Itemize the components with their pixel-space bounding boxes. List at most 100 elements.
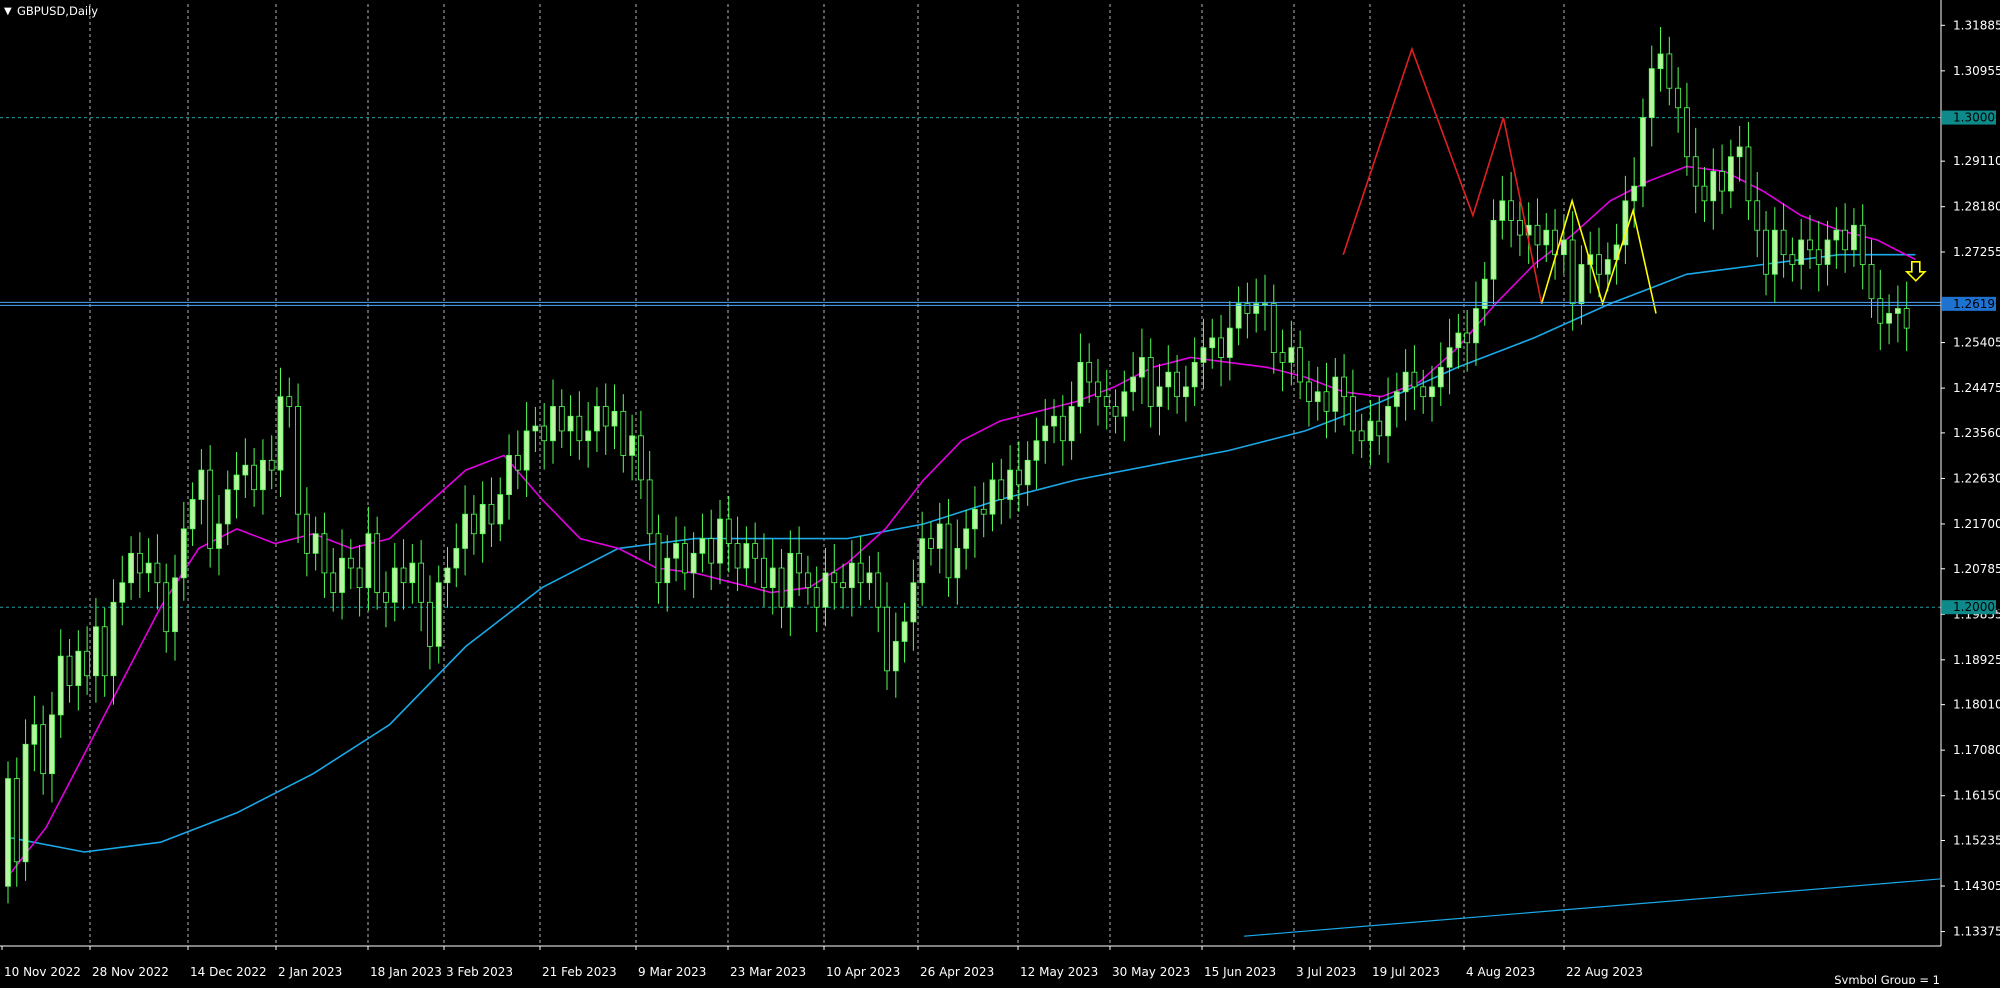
candle-body bbox=[1420, 386, 1427, 398]
candle-body bbox=[1112, 406, 1119, 417]
candle-body bbox=[1692, 156, 1699, 187]
time-tick-label: 18 Jan 2023 bbox=[370, 965, 442, 979]
dropdown-triangle-icon[interactable]: ▼ bbox=[4, 6, 12, 17]
candle-body bbox=[84, 650, 91, 677]
candle-body bbox=[1024, 459, 1031, 486]
candle-body bbox=[594, 406, 600, 432]
price-tick-label: 1.24475 bbox=[1953, 381, 2000, 395]
hline-price-tag-label: 1.26196 bbox=[1953, 297, 2000, 311]
candle-body bbox=[699, 538, 706, 554]
candle-body bbox=[488, 503, 495, 525]
candle-body bbox=[857, 562, 864, 584]
candle-body bbox=[1332, 376, 1339, 412]
candle-body bbox=[1481, 278, 1488, 309]
candle-body bbox=[1323, 391, 1330, 412]
candle-body bbox=[1235, 303, 1242, 329]
candle-body bbox=[57, 655, 64, 716]
candle-body bbox=[761, 557, 767, 589]
price-tick-label: 1.14305 bbox=[1953, 879, 2000, 893]
candle-body bbox=[1842, 229, 1849, 251]
candle-body bbox=[1868, 264, 1875, 300]
candle-body bbox=[198, 469, 205, 500]
candle-body bbox=[778, 567, 785, 608]
price-tick-label: 1.31885 bbox=[1953, 18, 2000, 32]
candle-body bbox=[1754, 200, 1761, 231]
candle-body bbox=[1411, 371, 1418, 388]
candle-body bbox=[769, 567, 776, 589]
candle-body bbox=[980, 508, 987, 515]
candle-body bbox=[734, 543, 741, 569]
level-price-tag-label: 1.20000 bbox=[1953, 600, 2000, 614]
price-tick-label: 1.16150 bbox=[1953, 789, 2000, 803]
candle-body bbox=[242, 464, 249, 476]
candle-body bbox=[1156, 386, 1163, 407]
time-tick-label: 12 May 2023 bbox=[1020, 965, 1098, 979]
chart-window[interactable]: 1.31885 1.30955 1.29110 1.28180 1.27255 1.254… bbox=[0, 0, 2000, 987]
candle-body bbox=[1473, 308, 1479, 344]
candle-body bbox=[1807, 239, 1813, 251]
candle-body bbox=[1446, 347, 1453, 368]
candle-body bbox=[1640, 117, 1646, 187]
price-chart[interactable]: 1.31885 1.30955 1.29110 1.28180 1.27255 1.254… bbox=[0, 0, 2000, 987]
candle-body bbox=[224, 489, 231, 525]
candle-body bbox=[804, 572, 811, 589]
candle-body bbox=[1429, 386, 1435, 398]
candle-body bbox=[1464, 332, 1471, 344]
level-price-tag-label: 1.30000 bbox=[1953, 111, 2000, 125]
candle-body bbox=[66, 655, 73, 686]
candle-body bbox=[1745, 146, 1752, 202]
candle-body bbox=[1780, 229, 1787, 256]
candle-body bbox=[1499, 200, 1506, 221]
candle-body bbox=[1666, 53, 1673, 89]
candle-body bbox=[1903, 308, 1910, 329]
time-tick-label: 4 Aug 2023 bbox=[1466, 965, 1535, 979]
candle-body bbox=[1191, 361, 1198, 388]
candle-body bbox=[910, 582, 917, 623]
candle-body bbox=[1121, 391, 1128, 417]
price-tick-label: 1.21700 bbox=[1953, 517, 2000, 531]
price-tick-label: 1.18925 bbox=[1953, 653, 2000, 667]
candle-body bbox=[1402, 371, 1409, 393]
candle-body bbox=[1218, 337, 1224, 358]
candle-body bbox=[1736, 146, 1743, 158]
candle-body bbox=[136, 552, 143, 574]
candle-body bbox=[1068, 406, 1075, 442]
candle-body bbox=[708, 538, 715, 564]
candle-body bbox=[1543, 229, 1550, 246]
candle-body bbox=[31, 724, 38, 745]
candle-body bbox=[5, 778, 11, 887]
candle-body bbox=[743, 543, 750, 569]
candle-body bbox=[752, 543, 759, 559]
candle-body bbox=[963, 528, 970, 549]
candle-body bbox=[998, 479, 1005, 500]
candle-body bbox=[919, 538, 926, 584]
candle-body bbox=[339, 557, 345, 593]
time-tick-label: 19 Jul 2023 bbox=[1372, 965, 1440, 979]
candle-body bbox=[470, 513, 477, 535]
candle-body bbox=[189, 499, 196, 530]
candle-body bbox=[1894, 308, 1901, 314]
candle-body bbox=[207, 469, 214, 549]
candle-body bbox=[1763, 229, 1769, 275]
candle-body bbox=[1200, 347, 1207, 363]
candle-body bbox=[1376, 420, 1383, 437]
candle-body bbox=[989, 479, 996, 515]
candle-body bbox=[180, 528, 187, 579]
chart-title: ▼ GBPUSD,Daily bbox=[4, 4, 98, 18]
candle-body bbox=[1297, 347, 1304, 383]
candle-body bbox=[1596, 254, 1602, 275]
candle-body bbox=[1516, 220, 1523, 236]
candle-body bbox=[1719, 171, 1725, 192]
candle-body bbox=[936, 523, 943, 549]
candle-body bbox=[875, 572, 882, 608]
time-tick-label: 23 Mar 2023 bbox=[730, 965, 806, 979]
candle-body bbox=[1560, 239, 1567, 256]
candle-body bbox=[884, 606, 890, 672]
candle-body bbox=[1815, 249, 1822, 265]
time-tick-label: 14 Dec 2022 bbox=[190, 965, 267, 979]
candle-body bbox=[1033, 440, 1040, 461]
candle-body bbox=[286, 396, 293, 407]
candle-body bbox=[295, 406, 301, 515]
candle-body bbox=[216, 523, 222, 549]
candle-body bbox=[1165, 371, 1172, 388]
